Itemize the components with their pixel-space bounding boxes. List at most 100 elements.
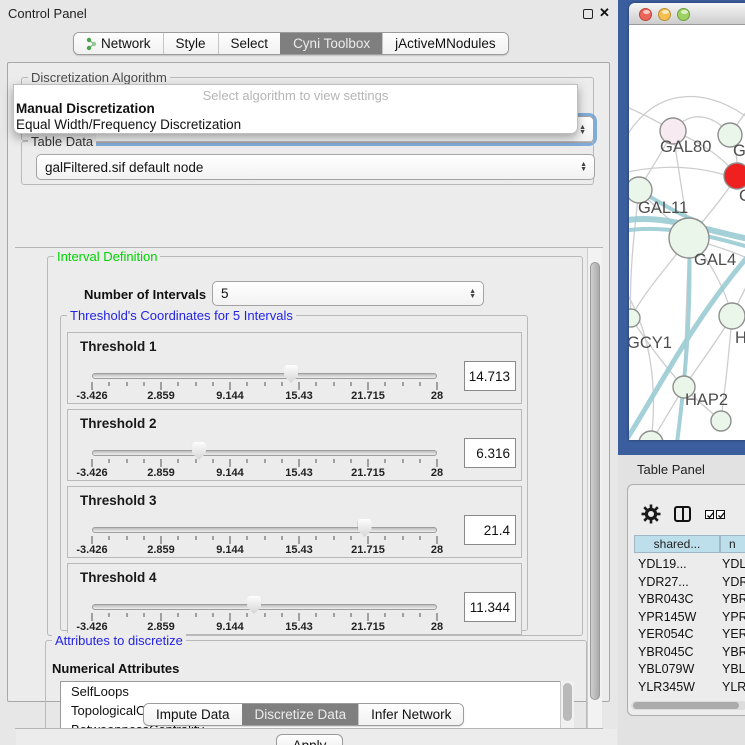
slider-tick <box>299 382 300 390</box>
slider-tick <box>264 459 265 463</box>
slider-tick <box>161 459 162 467</box>
tab-style[interactable]: Style <box>163 33 218 54</box>
network-node[interactable] <box>719 303 745 329</box>
slider-thumb[interactable] <box>284 365 298 383</box>
threshold-value-field[interactable] <box>464 515 516 545</box>
checkbox-icon[interactable] <box>716 510 725 519</box>
apply-button[interactable]: Apply <box>276 734 343 745</box>
network-window-titlebar[interactable] <box>629 3 745 25</box>
interval-definition-group: Interval Definition Number of Intervals … <box>47 256 583 636</box>
slider-tick <box>212 459 213 463</box>
network-node[interactable] <box>629 309 640 327</box>
slider-tick <box>368 613 369 621</box>
table-row[interactable]: YPR145WYPR1 <box>632 610 745 628</box>
tab-network[interactable]: Network <box>74 33 163 54</box>
attribute-list-item[interactable]: SelfLoops <box>61 682 573 701</box>
slider-tick-label: 2.859 <box>147 390 175 402</box>
threshold-value-field[interactable] <box>464 361 516 391</box>
threshold-value-field[interactable] <box>464 592 516 622</box>
slider-tick-label: 21.715 <box>351 621 385 633</box>
slider-tick <box>316 536 317 540</box>
tab-label: Infer Network <box>371 707 451 722</box>
tab-discretize-data[interactable]: Discretize Data <box>242 704 359 725</box>
slider-tick-label: -3.426 <box>76 467 107 479</box>
slider-tick-label: 28 <box>431 544 443 556</box>
column-header-name[interactable]: n <box>720 535 745 553</box>
network-canvas[interactable]: GAL80GACGAL11GAL4GCY1HHAP2 <box>629 25 745 440</box>
number-of-intervals-combobox[interactable]: 5 ▲▼ <box>212 281 484 306</box>
tab-infer-network[interactable]: Infer Network <box>358 704 463 725</box>
slider-tick-label: 15.43 <box>285 544 313 556</box>
slider-tick <box>178 613 179 617</box>
network-window[interactable]: GAL80GACGAL11GAL4GCY1HHAP2 <box>629 3 745 440</box>
slider-track[interactable] <box>92 604 437 610</box>
tab-label: Cyni Toolbox <box>293 36 370 51</box>
app-root: Control Panel ✕ Network Style Select Cyn… <box>0 0 745 745</box>
slider-tick <box>92 382 93 390</box>
slider-tick <box>178 382 179 386</box>
gear-icon[interactable] <box>641 504 661 524</box>
algorithm-option-manual[interactable]: Manual Discretization <box>16 101 155 116</box>
slider-thumb[interactable] <box>192 442 206 460</box>
cell-shared-name: YER054C <box>638 627 694 641</box>
settings-vertical-scrollbar[interactable] <box>587 248 602 729</box>
slider-tick <box>368 536 369 544</box>
slider-tick <box>264 536 265 540</box>
table-horizontal-scrollbar[interactable] <box>631 701 745 710</box>
network-node[interactable] <box>639 431 663 440</box>
table-row[interactable]: YBR043CYBR0 <box>632 592 745 610</box>
table-row[interactable]: YDL19...YDL1 <box>632 557 745 575</box>
slider-tick <box>281 459 282 463</box>
scrollbar-thumb[interactable] <box>633 702 739 709</box>
table-row[interactable]: YER054CYER0 <box>632 627 745 645</box>
slider-track[interactable] <box>92 373 437 379</box>
scrollbar-thumb[interactable] <box>590 262 600 700</box>
control-panel-tabs: Network Style Select Cyni Toolbox jActiv… <box>73 32 509 55</box>
close-icon[interactable]: ✕ <box>599 5 610 21</box>
numerical-attributes-label: Numerical Attributes <box>52 661 179 676</box>
slider-tick <box>247 459 248 463</box>
tab-cyni-toolbox[interactable]: Cyni Toolbox <box>280 33 382 54</box>
slider-thumb[interactable] <box>247 596 261 614</box>
network-node-label: HAP2 <box>685 391 728 409</box>
tab-impute-data[interactable]: Impute Data <box>144 704 242 725</box>
slider-tick <box>333 613 334 617</box>
algorithm-option-equal-width[interactable]: Equal Width/Frequency Discretization <box>16 117 241 132</box>
slider-tick-label: -3.426 <box>76 621 107 633</box>
settings-scroll-area: Interval Definition Number of Intervals … <box>15 247 603 729</box>
slider-track[interactable] <box>92 527 437 533</box>
column-header-shared[interactable]: shared... <box>634 535 720 553</box>
table-data-combobox[interactable]: galFiltered.sif default node ▲▼ <box>36 154 595 180</box>
network-node[interactable] <box>724 163 745 189</box>
attributes-list-scrollbar[interactable] <box>560 681 574 729</box>
tab-label: Style <box>176 36 206 51</box>
threshold-label: Threshold 3 <box>80 493 157 508</box>
float-window-icon[interactable] <box>583 9 593 19</box>
minimize-traffic-light-icon[interactable] <box>658 8 671 21</box>
table-row[interactable]: YBR045CYBR0 <box>632 645 745 663</box>
slider-tick-label: 2.859 <box>147 621 175 633</box>
network-node[interactable] <box>711 411 731 431</box>
checkbox-icon[interactable] <box>705 510 714 519</box>
split-columns-icon[interactable] <box>674 506 691 522</box>
slider-tick-label: 28 <box>431 390 443 402</box>
table-row[interactable]: YDR27...YDR2 <box>632 575 745 593</box>
slider-thumb[interactable] <box>358 519 372 537</box>
slider-tick <box>419 613 420 617</box>
zoom-traffic-light-icon[interactable] <box>677 8 690 21</box>
threshold-value-field[interactable] <box>464 438 516 468</box>
slider-tick <box>230 382 231 390</box>
tab-select[interactable]: Select <box>218 33 281 54</box>
slider-tick-labels: -3.4262.8599.14415.4321.71528 <box>92 467 437 479</box>
table-row[interactable]: YIL053CYIL0 <box>632 697 745 699</box>
table-row[interactable]: YLR345WYLR3 <box>632 680 745 698</box>
slider-tick-label: 28 <box>431 621 443 633</box>
slider-tick <box>212 382 213 386</box>
close-traffic-light-icon[interactable] <box>639 8 652 21</box>
control-panel: Control Panel ✕ Network Style Select Cyn… <box>0 0 618 745</box>
tab-jactivemnodules[interactable]: jActiveMNodules <box>382 33 508 54</box>
tab-label: Select <box>231 36 269 51</box>
slider-tick <box>230 613 231 621</box>
table-row[interactable]: YBL079WYBL0 <box>632 662 745 680</box>
slider-track[interactable] <box>92 450 437 456</box>
